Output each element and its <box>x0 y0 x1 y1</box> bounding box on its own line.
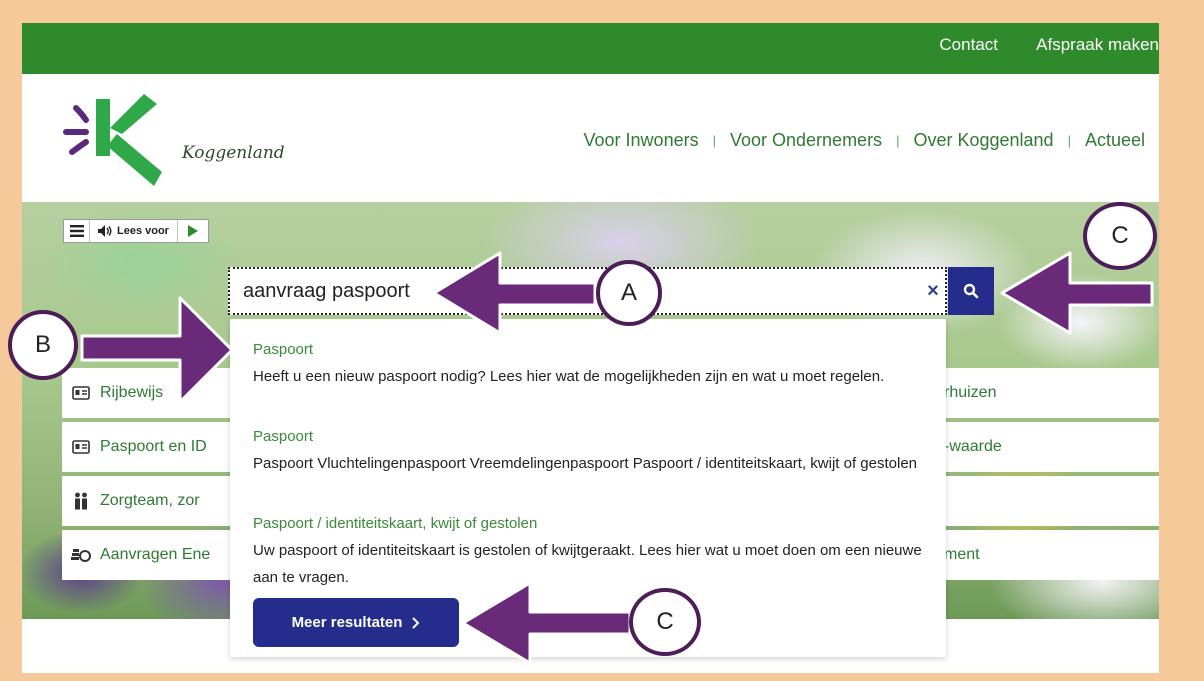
callout-b: B <box>8 310 78 380</box>
arrow-a <box>432 251 597 335</box>
callout-a: A <box>596 260 662 326</box>
arrow-b <box>80 296 234 404</box>
arrow-c-bottom <box>461 581 632 665</box>
callout-c-bottom: C <box>629 588 701 656</box>
callout-c-top: C <box>1083 202 1157 270</box>
annotation-arrows <box>80 251 1154 665</box>
